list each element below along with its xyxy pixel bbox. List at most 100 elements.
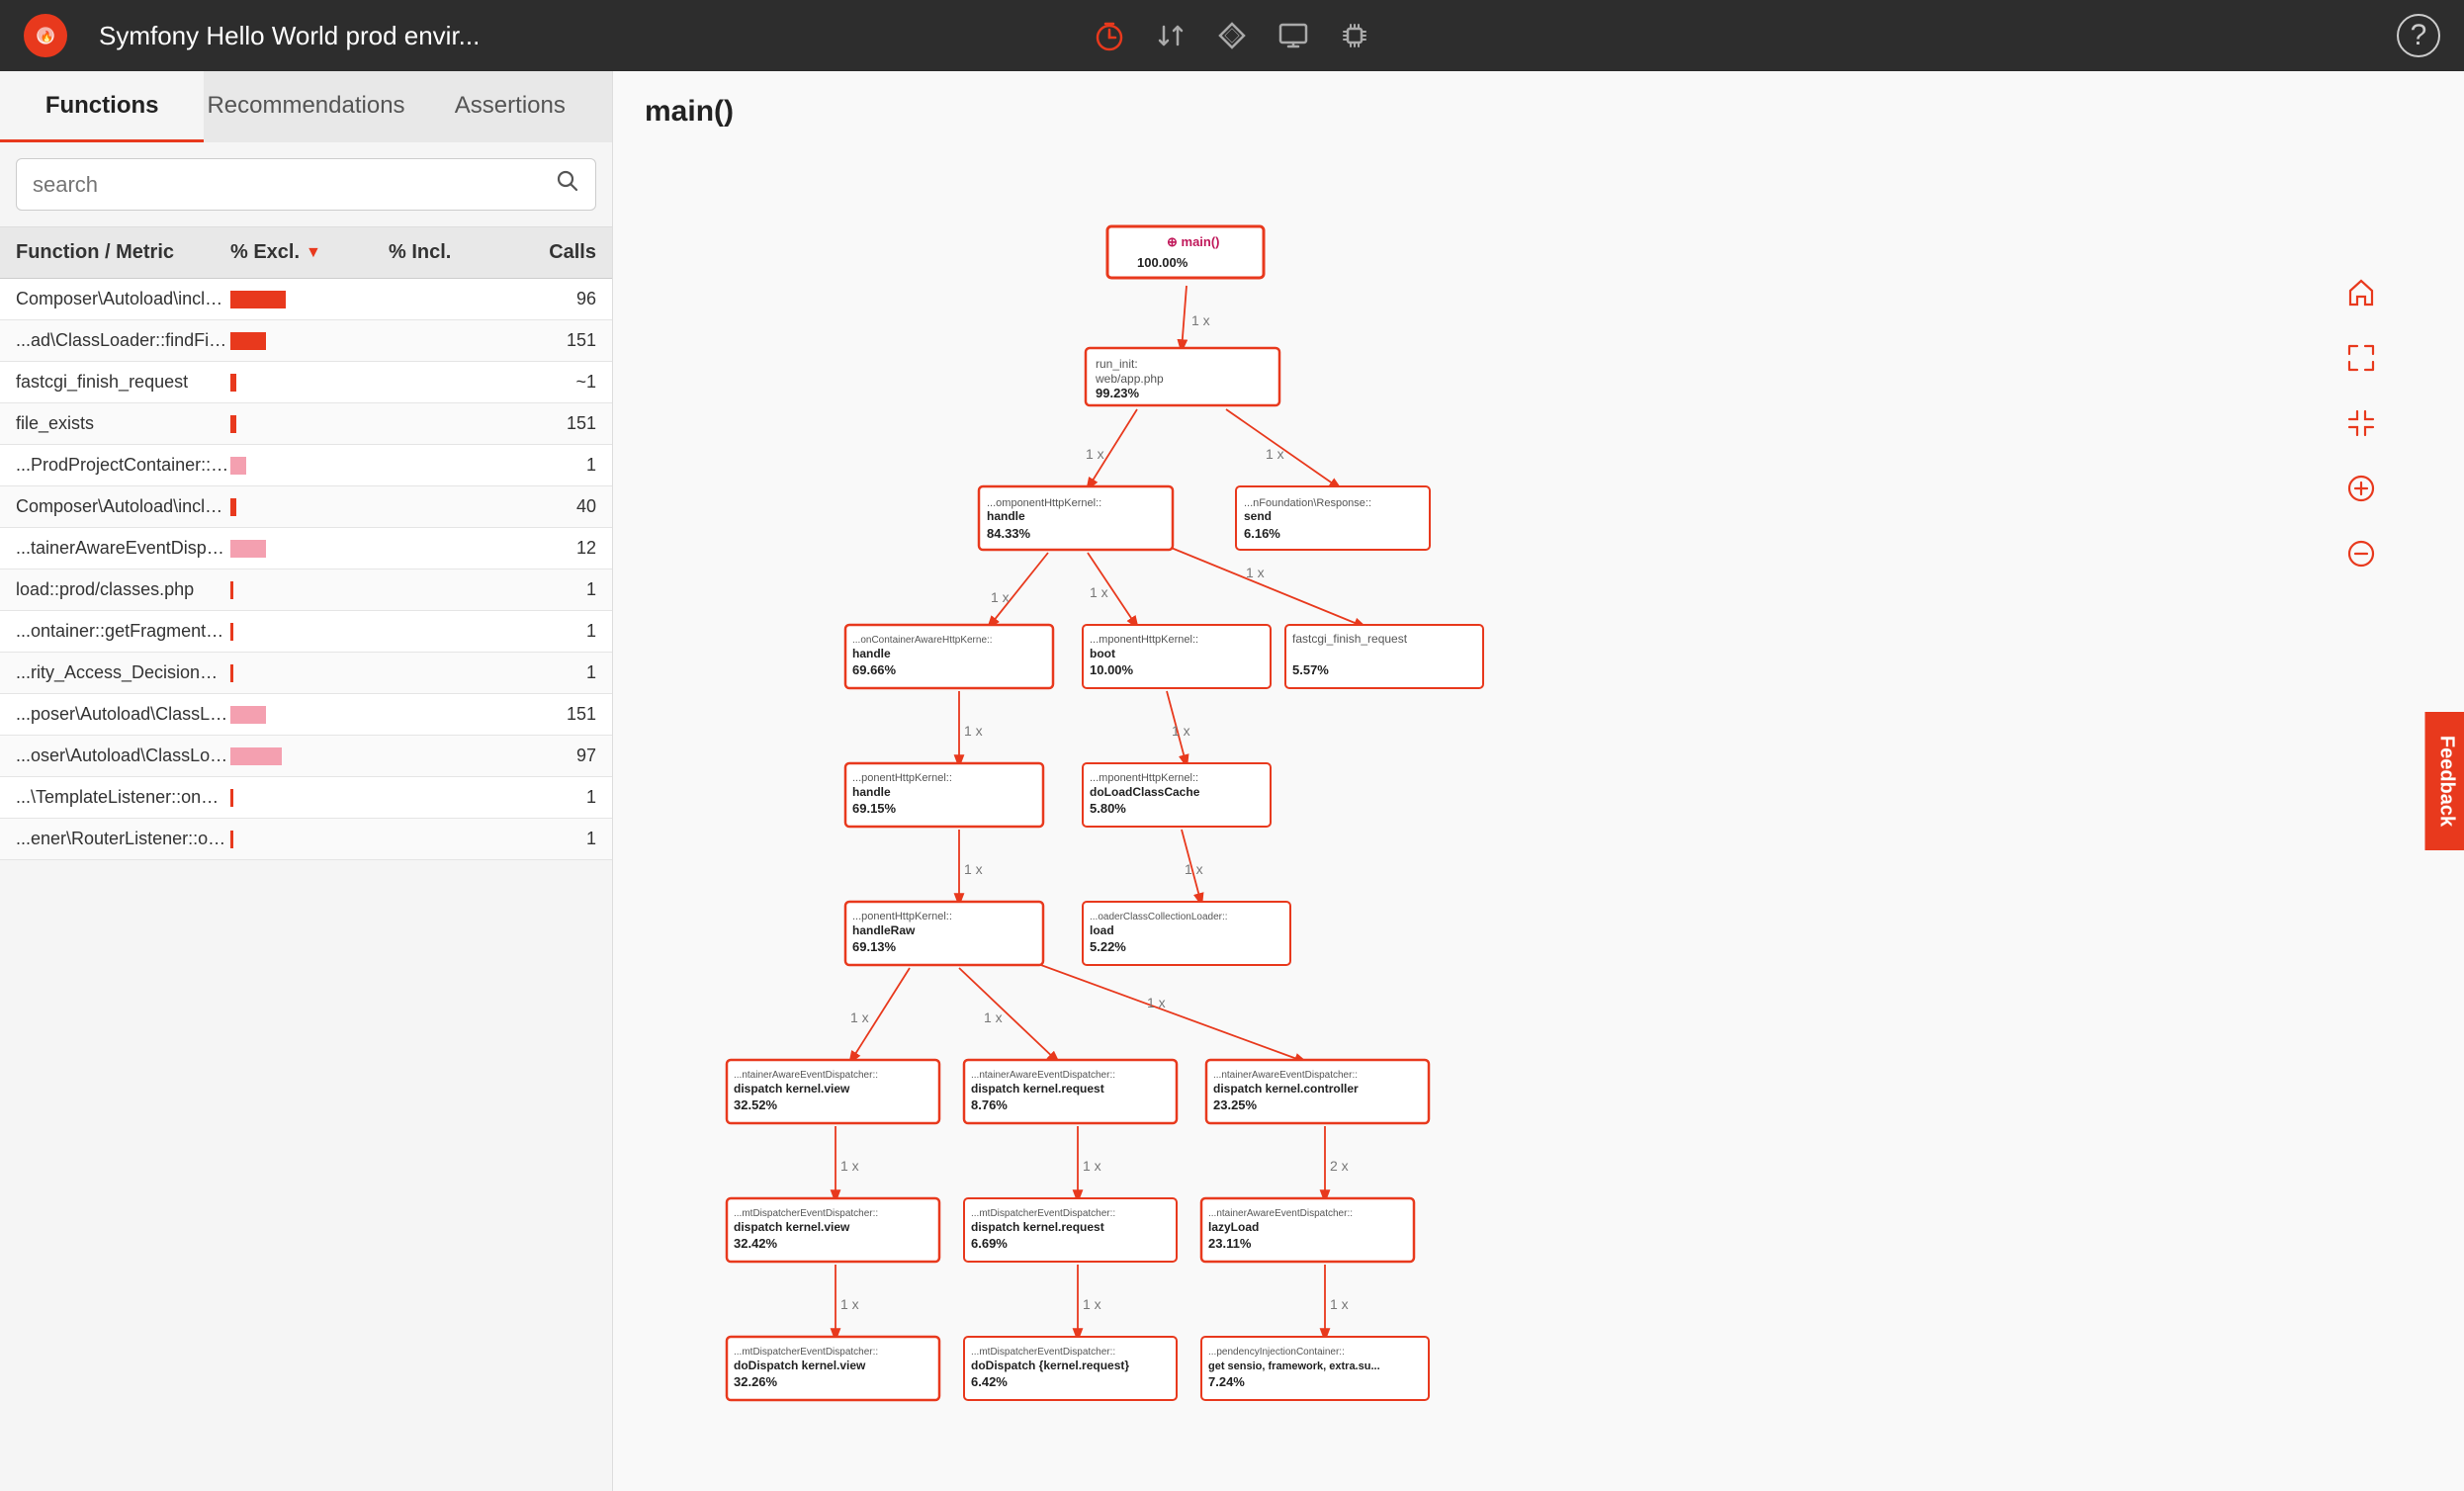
svg-text:dispatch kernel.view: dispatch kernel.view bbox=[734, 1220, 850, 1234]
svg-text:1 x: 1 x bbox=[1185, 861, 1203, 877]
node-run-init[interactable]: run_init: web/app.php 99.23% bbox=[1086, 348, 1279, 405]
search-container bbox=[0, 142, 612, 227]
tab-functions[interactable]: Functions bbox=[0, 71, 204, 142]
excl-bar bbox=[230, 291, 286, 308]
tab-recommendations[interactable]: Recommendations bbox=[204, 71, 407, 142]
svg-text:84.33%: 84.33% bbox=[987, 526, 1031, 541]
svg-text:doDispatch kernel.view: doDispatch kernel.view bbox=[734, 1359, 866, 1372]
row-calls: 151 bbox=[507, 704, 596, 725]
table-row[interactable]: Composer\Autoload\includeFile@1 40 bbox=[0, 486, 612, 528]
node-dispatcher1[interactable]: ...ntainerAwareEventDispatcher:: dispatc… bbox=[727, 1060, 939, 1123]
svg-text:🔥: 🔥 bbox=[41, 30, 53, 43]
timer-icon[interactable] bbox=[1093, 19, 1126, 52]
search-box bbox=[16, 158, 596, 211]
diamond-icon[interactable] bbox=[1215, 19, 1249, 52]
node-foundation-response[interactable]: ...nFoundation\Response:: send 6.16% bbox=[1236, 486, 1430, 550]
table-row[interactable]: ...\TemplateListener::onKernelController… bbox=[0, 777, 612, 819]
sort-icon[interactable] bbox=[1154, 19, 1188, 52]
row-excl bbox=[230, 374, 389, 392]
table-row[interactable]: ...tainerAwareEventDispatcher::lazyLoad … bbox=[0, 528, 612, 570]
table-row[interactable]: ...ener\RouterListener::onKernelRequest … bbox=[0, 819, 612, 860]
table-row[interactable]: ...rity_Access_DecisionManagerService 1 bbox=[0, 653, 612, 694]
col-header-calls: Calls bbox=[507, 241, 596, 264]
excl-bar bbox=[230, 581, 233, 599]
node-main[interactable]: ⊕ main() 100.00% bbox=[1107, 226, 1264, 278]
svg-text:send: send bbox=[1244, 509, 1272, 523]
svg-text:run_init:: run_init: bbox=[1096, 357, 1138, 371]
table-row[interactable]: ...ontainer::getFragment_HandlerService … bbox=[0, 611, 612, 653]
row-excl bbox=[230, 540, 389, 558]
svg-text:1 x: 1 x bbox=[1191, 312, 1210, 328]
node-ponent-handle2[interactable]: ...ponentHttpKernel:: handle 69.15% bbox=[845, 763, 1043, 827]
row-excl bbox=[230, 291, 389, 308]
table-row[interactable]: ...ad\ClassLoader::findFileWithExtension… bbox=[0, 320, 612, 362]
table-row[interactable]: ...ProdProjectContainer::getTwigService … bbox=[0, 445, 612, 486]
table-row[interactable]: file_exists 151 bbox=[0, 403, 612, 445]
help-button[interactable]: ? bbox=[2397, 14, 2440, 57]
node-dodispatch1[interactable]: ...mtDispatcherEventDispatcher:: doDispa… bbox=[727, 1337, 939, 1400]
svg-text:5.22%: 5.22% bbox=[1090, 939, 1126, 954]
zoom-in-button[interactable] bbox=[2337, 465, 2385, 512]
compress-button[interactable] bbox=[2337, 399, 2385, 447]
home-button[interactable] bbox=[2337, 269, 2385, 316]
svg-text:1 x: 1 x bbox=[840, 1158, 859, 1174]
node-ponent-handleflow[interactable]: ...ponentHttpKernel:: handleRaw 69.13% bbox=[845, 902, 1043, 965]
node-container-aware[interactable]: ...onContainerAwareHttpKerne:: handle 69… bbox=[845, 625, 1053, 688]
node-fastcgi[interactable]: fastcgi_finish_request 5.57% bbox=[1285, 625, 1483, 688]
row-function-name: file_exists bbox=[16, 413, 230, 434]
node-dispatcher2[interactable]: ...ntainerAwareEventDispatcher:: dispatc… bbox=[964, 1060, 1177, 1123]
navbar-icons bbox=[1093, 19, 1371, 52]
svg-text:1 x: 1 x bbox=[1083, 1158, 1101, 1174]
table-row[interactable]: ...poser\Autoload\ClassLoader::findFile … bbox=[0, 694, 612, 736]
row-function-name: ...ontainer::getFragment_HandlerService bbox=[16, 621, 230, 642]
search-input[interactable] bbox=[33, 172, 556, 198]
node-kernel-handle[interactable]: ...omponentHttpKernel:: handle 84.33% bbox=[979, 486, 1173, 550]
svg-text:99.23%: 99.23% bbox=[1096, 386, 1140, 400]
table-container: Function / Metric % Excl. ▼ % Incl. Call… bbox=[0, 227, 612, 1491]
monitor-icon[interactable] bbox=[1276, 19, 1310, 52]
feedback-tab[interactable]: Feedback bbox=[2424, 712, 2464, 850]
node-component-handle[interactable]: ...mponentHttpKernel:: boot 10.00% bbox=[1083, 625, 1271, 688]
node-classloader[interactable]: ...oaderClassCollectionLoader:: load 5.2… bbox=[1083, 902, 1290, 965]
zoom-out-button[interactable] bbox=[2337, 530, 2385, 577]
row-function-name: fastcgi_finish_request bbox=[16, 372, 230, 393]
flowchart-area[interactable]: 1 x 1 x 1 x 1 x 1 x 1 x 1 x bbox=[613, 152, 2464, 1491]
row-calls: 1 bbox=[507, 579, 596, 600]
table-header: Function / Metric % Excl. ▼ % Incl. Call… bbox=[0, 227, 612, 279]
svg-text:6.16%: 6.16% bbox=[1244, 526, 1280, 541]
tab-assertions[interactable]: Assertions bbox=[408, 71, 612, 142]
table-row[interactable]: fastcgi_finish_request ~1 bbox=[0, 362, 612, 403]
svg-text:32.26%: 32.26% bbox=[734, 1374, 778, 1389]
svg-text:doDispatch {kernel.request}: doDispatch {kernel.request} bbox=[971, 1359, 1129, 1372]
node-mtdispatch2[interactable]: ...mtDispatcherEventDispatcher:: dispatc… bbox=[964, 1198, 1177, 1262]
row-function-name: ...oser\Autoload\ClassLoader::loadClass bbox=[16, 746, 230, 766]
search-icon[interactable] bbox=[556, 169, 579, 200]
svg-text:6.69%: 6.69% bbox=[971, 1236, 1008, 1251]
table-row[interactable]: ...oser\Autoload\ClassLoader::loadClass … bbox=[0, 736, 612, 777]
chip-icon[interactable] bbox=[1338, 19, 1371, 52]
svg-text:5.80%: 5.80% bbox=[1090, 801, 1126, 816]
excl-bar-container bbox=[230, 332, 290, 350]
app-logo[interactable]: 🔥 bbox=[24, 14, 67, 57]
excl-bar-container bbox=[230, 291, 290, 308]
svg-text:...ntainerAwareEventDispatcher: ...ntainerAwareEventDispatcher:: bbox=[1208, 1208, 1353, 1219]
svg-text:...onContainerAwareHttpKerne::: ...onContainerAwareHttpKerne:: bbox=[852, 635, 993, 646]
table-row[interactable]: load::prod/classes.php 1 bbox=[0, 570, 612, 611]
excl-bar-container bbox=[230, 540, 290, 558]
excl-bar bbox=[230, 332, 266, 350]
svg-text:...mtDispatcherEventDispatcher: ...mtDispatcherEventDispatcher:: bbox=[734, 1208, 878, 1219]
node-dependency[interactable]: ...pendencyInjectionContainer:: get sens… bbox=[1201, 1337, 1429, 1400]
node-doload-class[interactable]: ...mponentHttpKernel:: doLoadClassCache … bbox=[1083, 763, 1271, 827]
node-dispatcher3[interactable]: ...ntainerAwareEventDispatcher:: dispatc… bbox=[1206, 1060, 1429, 1123]
row-excl bbox=[230, 498, 389, 516]
node-mtdispatch3[interactable]: ...ntainerAwareEventDispatcher:: lazyLoa… bbox=[1201, 1198, 1414, 1262]
svg-text:69.15%: 69.15% bbox=[852, 801, 897, 816]
svg-text:1 x: 1 x bbox=[1266, 446, 1284, 462]
node-mtdispatch1[interactable]: ...mtDispatcherEventDispatcher:: dispatc… bbox=[727, 1198, 939, 1262]
row-function-name: Composer\Autoload\includeFile bbox=[16, 289, 230, 309]
node-dodispatch2[interactable]: ...mtDispatcherEventDispatcher:: doDispa… bbox=[964, 1337, 1177, 1400]
svg-text:doLoadClassCache: doLoadClassCache bbox=[1090, 785, 1200, 799]
table-row[interactable]: Composer\Autoload\includeFile 96 bbox=[0, 279, 612, 320]
excl-bar-container bbox=[230, 581, 290, 599]
expand-button[interactable] bbox=[2337, 334, 2385, 382]
